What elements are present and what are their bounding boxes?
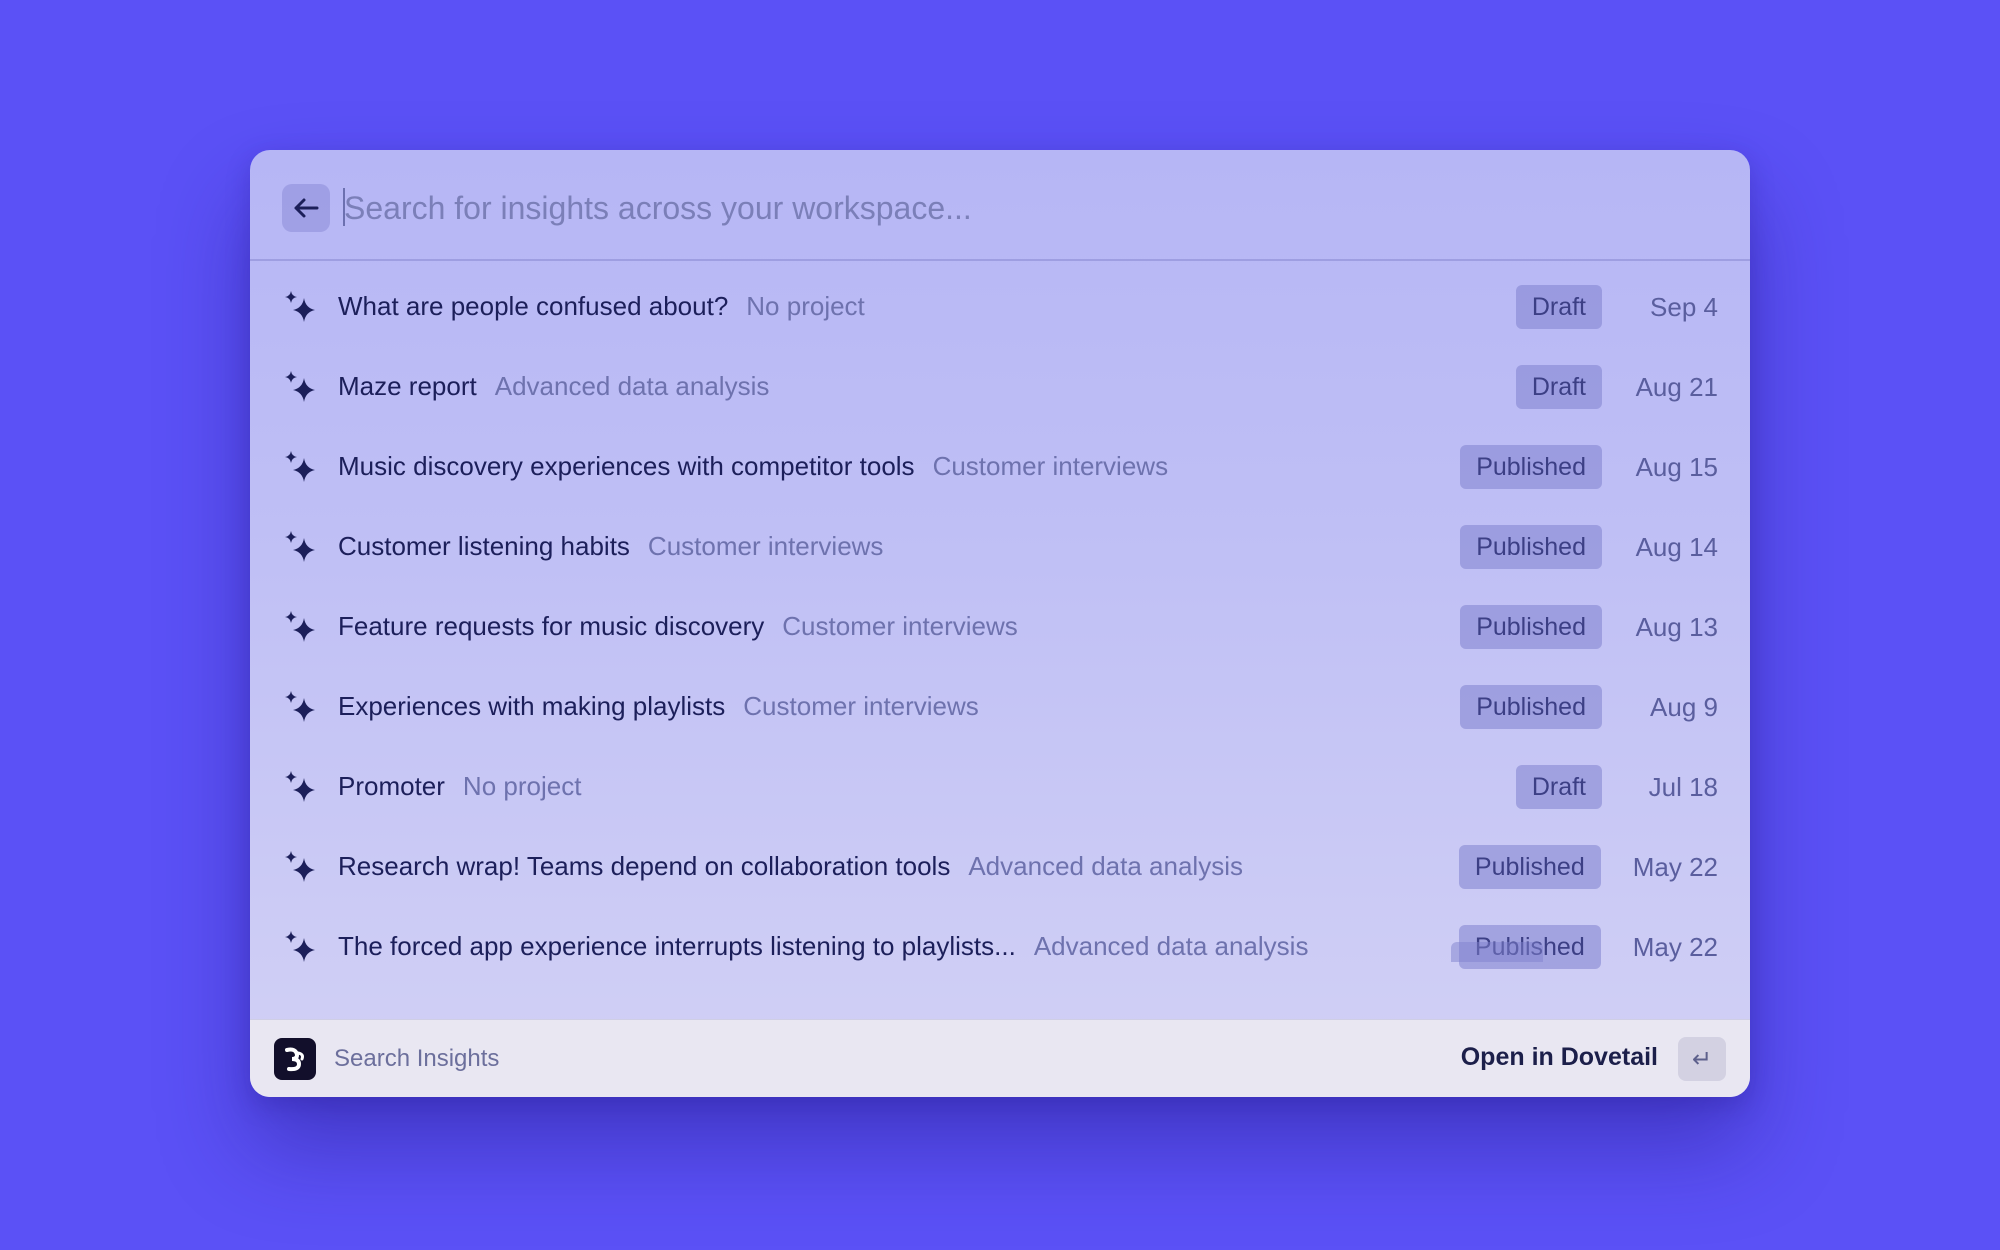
- result-meta: Draft Sep 4: [1515, 285, 1718, 329]
- insights-search-panel: What are people confused about? No projec…: [250, 150, 1750, 1097]
- result-title-line: Research wrap! Teams depend on collabora…: [338, 851, 1243, 882]
- sparkle-icon: [285, 291, 315, 322]
- sparkle-icon: [285, 611, 315, 642]
- result-meta: Draft Jul 18: [1515, 765, 1718, 809]
- result-meta: Published Aug 15: [1460, 445, 1718, 489]
- result-date: Aug 21: [1635, 371, 1718, 402]
- result-date: Jul 18: [1648, 771, 1718, 802]
- result-row[interactable]: Feature requests for music discovery Cust…: [250, 587, 1750, 667]
- result-title: The forced app experience interrupts lis…: [338, 931, 1016, 961]
- status-badge: Published: [1460, 445, 1602, 489]
- result-title-line: Customer listening habits Customer interv…: [338, 531, 883, 562]
- status-badge: Published: [1460, 605, 1602, 649]
- result-row[interactable]: What are people confused about? No projec…: [250, 267, 1750, 347]
- sparkle-icon: [285, 531, 315, 562]
- sparkle-icon: [285, 371, 315, 402]
- result-title: Experiences with making playlists: [338, 691, 726, 721]
- status-badge: Published: [1460, 685, 1602, 729]
- result-date: May 22: [1632, 851, 1718, 882]
- result-title-line: Experiences with making playlists Custome…: [338, 691, 979, 722]
- dovetail-logo-icon: [274, 1038, 316, 1080]
- footer-label: Search Insights: [334, 1045, 500, 1072]
- sparkle-icon: [285, 851, 315, 882]
- result-project: Advanced data analysis: [494, 371, 770, 401]
- result-title: Music discovery experiences with competi…: [338, 451, 915, 481]
- status-badge: Published: [1458, 845, 1601, 889]
- status-badge: Draft: [1515, 365, 1602, 409]
- result-project: Customer interviews: [743, 691, 979, 721]
- result-title: Research wrap! Teams depend on collabora…: [338, 851, 951, 881]
- result-project: Customer interviews: [932, 451, 1169, 481]
- results-list: What are people confused about? No projec…: [250, 263, 1750, 969]
- status-badge: Draft: [1515, 285, 1602, 329]
- result-date: May 22: [1632, 931, 1718, 962]
- result-title-line: Maze report Advanced data analysis: [338, 371, 769, 402]
- arrow-left-icon: [294, 198, 319, 218]
- result-date: Sep 4: [1650, 291, 1718, 322]
- result-date: Aug 13: [1635, 611, 1718, 642]
- enter-icon: ↵: [1691, 1045, 1713, 1073]
- result-row[interactable]: Research wrap! Teams depend on collabora…: [250, 827, 1750, 907]
- open-in-dovetail-button[interactable]: Open in Dovetail: [1461, 1043, 1658, 1072]
- enter-key-button[interactable]: ↵: [1678, 1037, 1726, 1081]
- result-date: Aug 14: [1635, 531, 1718, 562]
- result-date: Aug 9: [1650, 691, 1718, 722]
- result-title-line: Feature requests for music discovery Cust…: [338, 611, 1018, 642]
- result-row[interactable]: Experiences with making playlists Custome…: [250, 667, 1750, 747]
- status-badge: Draft: [1515, 765, 1602, 809]
- result-project: Advanced data analysis: [1033, 931, 1309, 961]
- result-title: What are people confused about?: [338, 291, 729, 321]
- partially-visible-badge: [1451, 942, 1543, 962]
- result-row[interactable]: Music discovery experiences with competi…: [250, 427, 1750, 507]
- sparkle-icon: [285, 931, 315, 962]
- status-badge: Published: [1460, 525, 1602, 569]
- footer-bar: Search Insights Open in Dovetail ↵: [250, 1019, 1750, 1097]
- result-title: Maze report: [338, 371, 477, 401]
- sparkle-icon: [285, 691, 315, 722]
- result-meta: Published May 22: [1458, 845, 1718, 889]
- result-project: Customer interviews: [782, 611, 1018, 641]
- sparkle-icon: [285, 771, 315, 802]
- search-input[interactable]: [344, 178, 1724, 238]
- result-meta: Published Aug 13: [1460, 605, 1718, 649]
- result-project: No project: [462, 771, 582, 801]
- sparkle-icon: [285, 451, 315, 482]
- result-row[interactable]: Customer listening habits Customer interv…: [250, 507, 1750, 587]
- result-row[interactable]: Promoter No project Draft Jul 18: [250, 747, 1750, 827]
- result-row[interactable]: Maze report Advanced data analysis Draft Au…: [250, 347, 1750, 427]
- result-meta: Draft Aug 21: [1515, 365, 1718, 409]
- result-project: Customer interviews: [647, 531, 884, 561]
- result-title-line: Promoter No project: [338, 771, 581, 802]
- result-date: Aug 15: [1635, 451, 1718, 482]
- result-title-line: The forced app experience interrupts lis…: [338, 931, 1308, 962]
- result-title: Feature requests for music discovery: [338, 611, 765, 641]
- result-project: Advanced data analysis: [968, 851, 1243, 881]
- result-meta: Published Aug 14: [1460, 525, 1718, 569]
- result-title: Customer listening habits: [338, 531, 630, 561]
- result-title-line: Music discovery experiences with competi…: [338, 451, 1168, 482]
- search-bar: [250, 150, 1750, 261]
- back-button[interactable]: [282, 184, 330, 232]
- result-project: No project: [746, 291, 865, 321]
- result-title: Promoter: [338, 771, 445, 801]
- result-title-line: What are people confused about? No projec…: [338, 291, 865, 322]
- result-meta: Published Aug 9: [1460, 685, 1718, 729]
